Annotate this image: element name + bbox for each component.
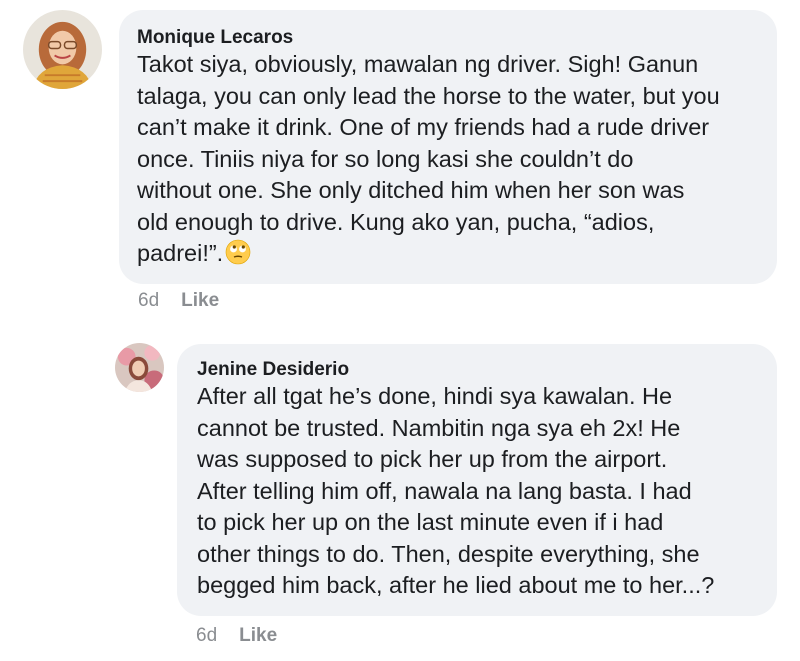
comment-text: Takot siya, obviously, mawalan ng driver…: [137, 49, 757, 270]
commenter-avatar[interactable]: [23, 10, 102, 89]
comment-meta: 6d Like: [138, 290, 219, 312]
comment-author[interactable]: Jenine Desiderio: [197, 359, 759, 381]
commenter-avatar[interactable]: [115, 343, 164, 392]
like-button[interactable]: Like: [239, 625, 277, 646]
comment-bubble: Monique Lecaros Takot siya, obviously, m…: [119, 10, 777, 284]
avatar-photo: [115, 343, 164, 392]
comment-text: After all tgat he’s done, hindi sya kawa…: [197, 383, 715, 598]
comment-bubble: Jenine Desiderio After all tgat he’s don…: [177, 344, 777, 616]
comment-author[interactable]: Monique Lecaros: [137, 27, 757, 49]
comment-timestamp[interactable]: 6d: [138, 290, 159, 311]
eye-roll-emoji-icon: [225, 239, 251, 265]
like-button[interactable]: Like: [181, 290, 219, 311]
comment-timestamp[interactable]: 6d: [196, 625, 217, 646]
avatar-photo: [23, 10, 102, 89]
comment-meta: 6d Like: [196, 625, 277, 647]
comment-text-body: Takot siya, obviously, mawalan ng driver…: [137, 51, 720, 266]
